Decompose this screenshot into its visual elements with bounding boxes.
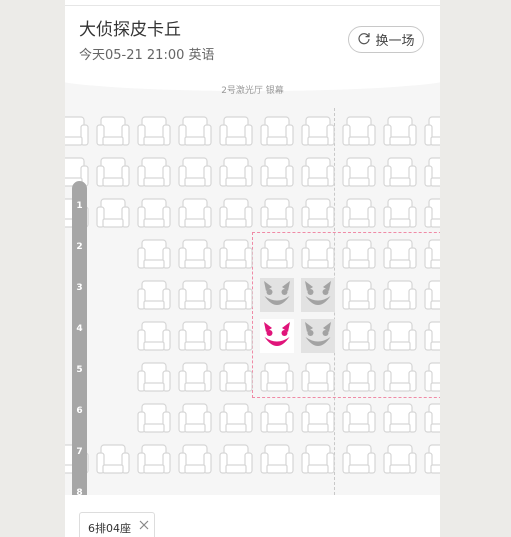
seat-available[interactable] bbox=[301, 196, 335, 230]
selection-panel: 6排04座 bbox=[65, 495, 440, 537]
seat-selected[interactable] bbox=[260, 319, 294, 353]
row-number: 4 bbox=[76, 324, 83, 334]
seat-available[interactable] bbox=[219, 401, 253, 435]
seat-available[interactable] bbox=[260, 155, 294, 189]
seat-available[interactable] bbox=[96, 442, 130, 476]
seat-available[interactable] bbox=[342, 196, 376, 230]
seat-available[interactable] bbox=[96, 114, 130, 148]
seat-available[interactable] bbox=[178, 319, 212, 353]
showtime-info: 今天05-21 21:00 英语 bbox=[79, 48, 215, 63]
seat-available[interactable] bbox=[301, 442, 335, 476]
seat-available[interactable] bbox=[424, 237, 440, 271]
seat-available[interactable] bbox=[301, 237, 335, 271]
seat-available[interactable] bbox=[137, 237, 171, 271]
switch-showtime-button[interactable]: 换一场 bbox=[348, 26, 424, 53]
seat-available[interactable] bbox=[260, 237, 294, 271]
row-number: 6 bbox=[76, 406, 83, 416]
refresh-icon bbox=[357, 31, 375, 49]
row-number: 1 bbox=[76, 201, 83, 211]
seat-available[interactable] bbox=[424, 196, 440, 230]
seat-available[interactable] bbox=[342, 237, 376, 271]
seat-available[interactable] bbox=[424, 319, 440, 353]
seat-available[interactable] bbox=[137, 196, 171, 230]
seat-available[interactable] bbox=[219, 155, 253, 189]
seat-available[interactable] bbox=[178, 401, 212, 435]
seat-available[interactable] bbox=[178, 360, 212, 394]
seat-available[interactable] bbox=[301, 114, 335, 148]
row-number: 5 bbox=[76, 365, 83, 375]
phone-screen: 大侦探皮卡丘 今天05-21 21:00 英语 换一场 2号激光厅 银幕 1 2 3… bbox=[65, 0, 440, 537]
seat-available[interactable] bbox=[383, 278, 417, 312]
seat-available[interactable] bbox=[178, 278, 212, 312]
seat-available[interactable] bbox=[260, 442, 294, 476]
seat-available[interactable] bbox=[383, 360, 417, 394]
seat-available[interactable] bbox=[424, 278, 440, 312]
seat-available[interactable] bbox=[219, 319, 253, 353]
seat-available[interactable] bbox=[342, 401, 376, 435]
seat-available[interactable] bbox=[383, 237, 417, 271]
seat-available[interactable] bbox=[219, 442, 253, 476]
seat-available[interactable] bbox=[424, 114, 440, 148]
seat-available[interactable] bbox=[219, 114, 253, 148]
seat-available[interactable] bbox=[178, 237, 212, 271]
top-divider bbox=[65, 5, 440, 6]
seat-available[interactable] bbox=[178, 114, 212, 148]
seat-available[interactable] bbox=[260, 196, 294, 230]
seat-sold bbox=[301, 319, 335, 353]
seat-available[interactable] bbox=[342, 442, 376, 476]
screen-label: 2号激光厅 银幕 bbox=[221, 86, 284, 96]
close-icon[interactable] bbox=[138, 519, 150, 531]
seat-available[interactable] bbox=[96, 196, 130, 230]
row-number: 8 bbox=[76, 488, 83, 495]
seat-available[interactable] bbox=[137, 360, 171, 394]
seat-available[interactable] bbox=[342, 155, 376, 189]
seat-available[interactable] bbox=[424, 155, 440, 189]
seat-map[interactable]: 2号激光厅 银幕 1 2 3 4 5 6 7 8 bbox=[65, 75, 440, 495]
seat-available[interactable] bbox=[219, 237, 253, 271]
seat-available[interactable] bbox=[342, 360, 376, 394]
switch-showtime-label: 换一场 bbox=[375, 34, 415, 49]
seat-available[interactable] bbox=[178, 196, 212, 230]
seat-sold bbox=[301, 278, 335, 312]
seat-available[interactable] bbox=[301, 360, 335, 394]
seat-available[interactable] bbox=[260, 360, 294, 394]
seat-available[interactable] bbox=[383, 442, 417, 476]
seat-available[interactable] bbox=[260, 401, 294, 435]
seat-available[interactable] bbox=[137, 278, 171, 312]
selected-seat-label: 6排04座 bbox=[88, 522, 131, 535]
seat-available[interactable] bbox=[301, 155, 335, 189]
seat-available[interactable] bbox=[178, 155, 212, 189]
seat-available[interactable] bbox=[137, 114, 171, 148]
seat-available[interactable] bbox=[96, 155, 130, 189]
seat-available[interactable] bbox=[383, 319, 417, 353]
seat-available[interactable] bbox=[383, 196, 417, 230]
seat-available[interactable] bbox=[383, 401, 417, 435]
seat-sold bbox=[260, 278, 294, 312]
selected-seat-chip[interactable]: 6排04座 bbox=[79, 512, 155, 537]
seat-available[interactable] bbox=[301, 401, 335, 435]
seat-available[interactable] bbox=[424, 360, 440, 394]
seat-available[interactable] bbox=[178, 442, 212, 476]
seat-available[interactable] bbox=[137, 155, 171, 189]
row-number: 7 bbox=[76, 447, 83, 457]
seat-available[interactable] bbox=[137, 442, 171, 476]
seat-available[interactable] bbox=[219, 278, 253, 312]
seat-available[interactable] bbox=[219, 360, 253, 394]
seat-available[interactable] bbox=[137, 401, 171, 435]
row-number: 2 bbox=[76, 242, 83, 252]
seat-available[interactable] bbox=[383, 114, 417, 148]
seat-available[interactable] bbox=[424, 401, 440, 435]
row-number: 3 bbox=[76, 283, 83, 293]
seat-available[interactable] bbox=[260, 114, 294, 148]
seat-available[interactable] bbox=[137, 319, 171, 353]
seat-available[interactable] bbox=[342, 278, 376, 312]
seat-available[interactable] bbox=[383, 155, 417, 189]
seat-available[interactable] bbox=[65, 114, 89, 148]
seat-available[interactable] bbox=[424, 442, 440, 476]
seat-available[interactable] bbox=[342, 114, 376, 148]
seat-available[interactable] bbox=[219, 196, 253, 230]
movie-title: 大侦探皮卡丘 bbox=[79, 20, 181, 40]
seat-available[interactable] bbox=[342, 319, 376, 353]
